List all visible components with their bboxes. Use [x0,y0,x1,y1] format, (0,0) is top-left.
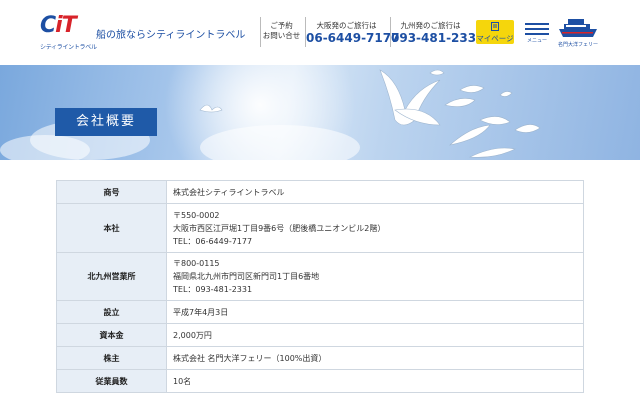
row-value-trade-name: 株式会社シティライントラベル [166,180,584,204]
row-value-head-office: 〒550-0002 大阪市西区江戸堀1丁目9番6号（肥後橋ユニオンビル2階） T… [166,203,584,253]
kyushu-caption: 九州発のご旅行は [400,21,461,30]
site-logo[interactable]: CiT シティライントラベル [40,13,97,52]
value-line: 株式会社シティライントラベル [173,187,285,197]
osaka-caption: 大阪発のご旅行は [316,21,377,30]
value-line: 2,000万円 [173,330,212,340]
row-label-employees: 従業員数 [56,369,167,393]
site-tagline: 船の旅ならシティライントラベル [96,30,246,41]
row-value-shareholder: 株式会社 名門大洋フェリー（100%出資） [166,346,584,370]
table-row: 従業員数 10名 [56,369,584,393]
row-value-employees: 10名 [166,369,584,393]
row-label-established: 設立 [56,300,167,324]
value-line: 株式会社 名門大洋フェリー（100%出資） [173,353,327,363]
row-value-established: 平成7年4月3日 [166,300,584,324]
document-icon [476,22,514,34]
hamburger-icon-bar [525,28,549,30]
page-title: 会社概要 [55,108,157,136]
hamburger-icon-bar [525,33,549,35]
row-label-capital: 資本金 [56,323,167,347]
contact-label-1: ご予約 [270,21,293,30]
menu-button[interactable]: メニュー [524,20,550,46]
row-value-kitakyushu-office: 〒800-0115 福岡県北九州市門司区新門司1丁目6番地 TEL：093-48… [166,252,584,301]
kyushu-phone-number: 093-481-2331 [391,31,485,45]
contact-link[interactable]: ご予約 お問い合せ [260,17,302,47]
value-line: TEL：06-6449-7177 [173,236,253,246]
mypage-button[interactable]: マイページ [476,20,514,44]
row-label-shareholder: 株主 [56,346,167,370]
osaka-phone-number: 06-6449-7177 [306,31,400,45]
table-row: 本社 〒550-0002 大阪市西区江戸堀1丁目9番6号（肥後橋ユニオンビル2階… [56,203,584,253]
value-line: 〒550-0002 [173,210,220,220]
row-label-kitakyushu-office: 北九州営業所 [56,252,167,301]
kyushu-phone-link[interactable]: 九州発のご旅行は 093-481-2331 [390,17,485,47]
table-row: 設立 平成7年4月3日 [56,300,584,324]
value-line: 平成7年4月3日 [173,307,229,317]
value-line: 大阪市西区江戸堀1丁目9番6号（肥後橋ユニオンビル2階） [173,223,386,233]
mypage-label: マイページ [476,34,514,43]
table-row: 株主 株式会社 名門大洋フェリー（100%出資） [56,346,584,370]
ferry-logo-link[interactable]: 名門大洋フェリー [558,15,599,48]
contact-label-2: お問い合せ [262,31,301,40]
value-line: 10名 [173,376,192,386]
site-header: CiT シティライントラベル 船の旅ならシティライントラベル ご予約 お問い合せ… [0,0,640,65]
ferry-icon [559,19,597,37]
hamburger-icon [525,23,549,25]
company-info-table: 商号 株式会社シティライントラベル 本社 〒550-0002 大阪市西区江戸堀1… [56,180,584,393]
menu-label: メニュー [526,38,547,44]
osaka-phone-link[interactable]: 大阪発のご旅行は 06-6449-7177 [305,17,400,47]
value-line: 〒800-0115 [173,259,220,268]
row-label-trade-name: 商号 [56,180,167,204]
row-label-head-office: 本社 [56,203,167,253]
row-value-capital: 2,000万円 [166,323,584,347]
table-row: 資本金 2,000万円 [56,323,584,347]
logo-subtitle: シティライントラベル [40,44,97,51]
value-line: TEL：093-481-2331 [173,285,253,294]
table-row: 商号 株式会社シティライントラベル [56,180,584,204]
ferry-label: 名門大洋フェリー [558,42,599,48]
logo-mark: CiT [40,13,77,38]
table-row: 北九州営業所 〒800-0115 福岡県北九州市門司区新門司1丁目6番地 TEL… [56,252,584,301]
value-line: 福岡県北九州市門司区新門司1丁目6番地 [173,272,320,281]
hero-banner: 会社概要 [0,65,640,160]
